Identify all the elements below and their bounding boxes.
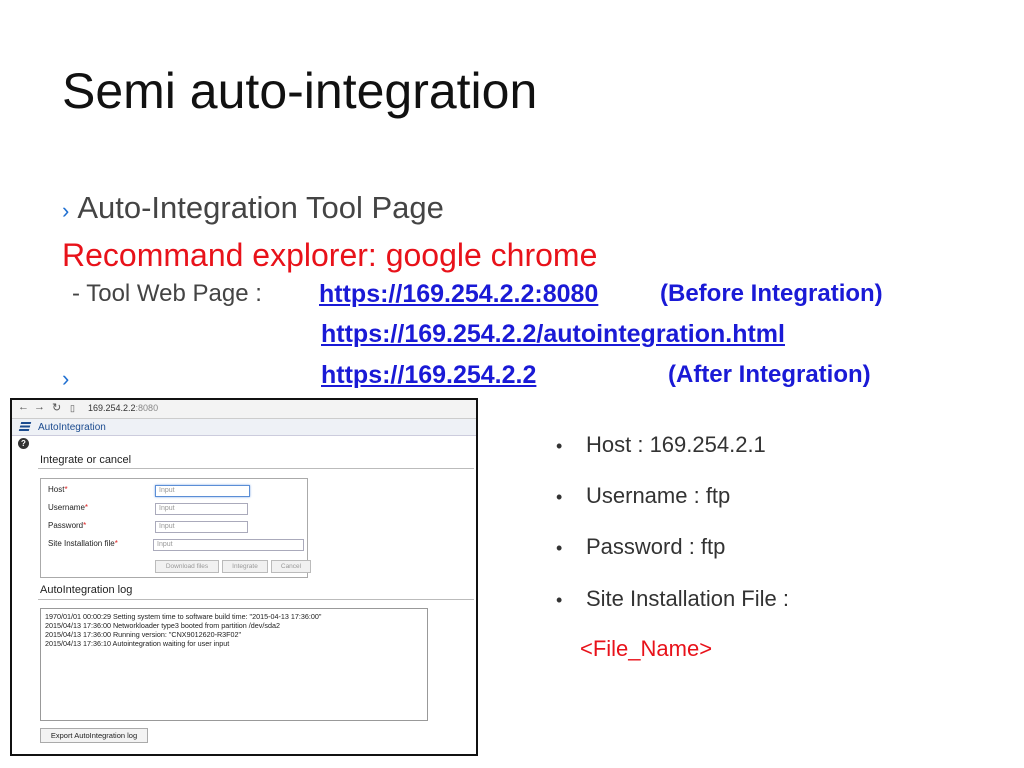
password-input[interactable]: Input (155, 521, 248, 533)
password-label: Password* (48, 521, 87, 530)
app-header: AutoIntegration (12, 419, 476, 436)
log-line: 2015/04/13 17:36:10 Autointegration wait… (45, 639, 230, 648)
chevron-right-icon: › (62, 198, 70, 223)
bullet-auto-integration: › Auto-Integration Tool Page (62, 190, 444, 226)
log-line: 1970/01/01 00:00:29 Setting system time … (45, 612, 322, 621)
bullet-dot-icon: • (556, 538, 563, 558)
tool-web-label: - Tool Web Page : (72, 280, 262, 307)
integrate-button[interactable]: Integrate (222, 560, 268, 573)
reload-icon[interactable]: ↻ (52, 401, 61, 414)
link-autointegration[interactable]: https://169.254.2.2/autointegration.html (321, 320, 785, 349)
username-label: Username* (48, 503, 89, 512)
export-log-button[interactable]: Export AutoIntegration log (40, 728, 148, 743)
link-before-integration[interactable]: https://169.254.2.2:8080 (319, 280, 598, 309)
bullet-dot-icon: • (556, 436, 563, 456)
app-logo-icon (18, 422, 32, 431)
app-name: AutoIntegration (38, 422, 106, 433)
divider (38, 468, 474, 469)
download-files-button[interactable]: Download files (155, 560, 219, 573)
browser-screenshot: ← → ↻ ▯ 169.254.2.2:8080 AutoIntegration… (10, 398, 478, 756)
bullet-empty: › (62, 366, 69, 392)
back-arrow-icon[interactable]: ← (18, 401, 29, 413)
page-icon: ▯ (70, 403, 75, 413)
log-textarea[interactable]: 1970/01/01 00:00:29 Setting system time … (40, 608, 428, 721)
site-file-input[interactable]: Input (153, 539, 304, 551)
note-before-integration: (Before Integration) (660, 280, 883, 307)
site-file-label: Site Installation file* (48, 539, 118, 548)
chevron-right-icon: › (62, 366, 70, 391)
bullet-dot-icon: • (556, 590, 563, 610)
link-after-integration[interactable]: https://169.254.2.2 (321, 361, 536, 390)
integration-form: Host* Input Username* Input Password* In… (40, 478, 311, 578)
note-after-integration: (After Integration) (668, 361, 871, 388)
credential-item: • Username : ftp (556, 483, 731, 508)
bullet-text: Auto-Integration Tool Page (77, 190, 444, 225)
divider (38, 599, 474, 600)
credential-item: • Password : ftp (556, 534, 726, 559)
help-icon[interactable]: ? (18, 438, 29, 449)
file-name-placeholder: <File_Name> (580, 636, 713, 661)
address-bar: ← → ↻ ▯ 169.254.2.2:8080 (12, 400, 476, 419)
cancel-button[interactable]: Cancel (271, 560, 311, 573)
username-input[interactable]: Input (155, 503, 248, 515)
address-url[interactable]: 169.254.2.2:8080 (88, 403, 158, 413)
host-input[interactable]: Input (155, 485, 250, 497)
host-label: Host* (48, 485, 68, 494)
log-line: 2015/04/13 17:36:00 Running version: "CN… (45, 630, 242, 639)
credential-item: • Host : 169.254.2.1 (556, 432, 766, 457)
slide-title: Semi auto-integration (62, 63, 538, 119)
section-integrate-title: Integrate or cancel (40, 454, 132, 466)
log-line: 2015/04/13 17:36:00 Networkloader type3 … (45, 621, 280, 630)
forward-arrow-icon[interactable]: → (34, 401, 45, 413)
bullet-dot-icon: • (556, 487, 563, 507)
section-log-title: AutoIntegration log (40, 584, 133, 596)
credential-item: • Site Installation File : (556, 586, 789, 611)
recommend-text: Recommand explorer: google chrome (62, 237, 598, 273)
